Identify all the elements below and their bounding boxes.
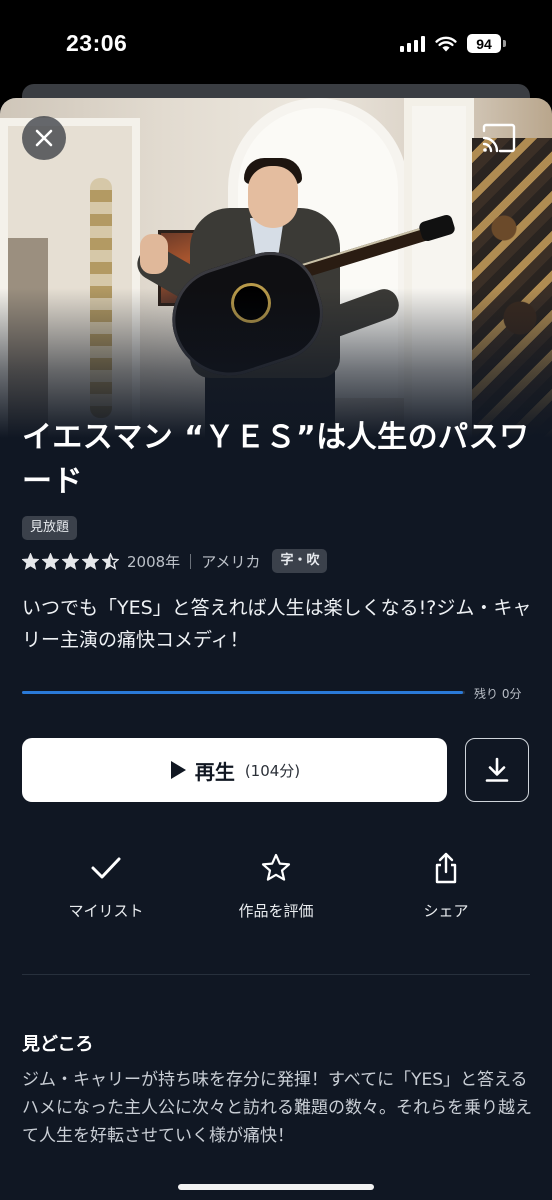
status-icons: 94 [400,34,506,53]
meta-row: 2008年 アメリカ 字・吹 [22,548,328,574]
audio-badge: 字・吹 [272,549,328,573]
meta-separator [190,553,192,569]
battery-icon: 94 [467,34,506,53]
share-label: シェア [423,902,469,920]
rate-button[interactable]: 作品を評価 [196,850,356,921]
progress-bar [22,691,465,694]
cast-button[interactable] [480,122,518,154]
star-outline-icon [261,853,291,881]
download-button[interactable] [465,738,529,802]
unlimited-badge: 見放題 [22,516,78,540]
wifi-icon [435,36,457,51]
star-half-icon [102,552,119,570]
progress-fill [22,691,463,694]
description: いつでも「YES」と答えれば人生は楽しくなる!?ジム・キャリー主演の痛快コメディ… [22,597,532,651]
home-indicator [178,1184,374,1190]
star-filled-icon [62,552,79,570]
share-button[interactable]: シェア [366,850,526,921]
my-list-label: マイリスト [68,902,144,920]
rate-label: 作品を評価 [238,902,314,920]
cast-icon [482,123,516,153]
download-icon [485,757,509,782]
country: アメリカ [201,552,261,571]
divider [22,974,530,975]
play-button[interactable]: 再生 (104分) [22,738,447,802]
hero-image [0,98,552,438]
release-year: 2008年 [127,552,181,571]
page-title: イエスマン “ＹＥＳ”は人生のパスワード [22,420,530,499]
star-filled-icon [82,552,99,570]
highlights-body: ジム・キャリーが持ち味を存分に発揮！すべてに「YES」と答えるハメになった主人公… [22,1070,532,1146]
my-list-button[interactable]: マイリスト [26,850,186,921]
action-row: マイリスト 作品を評価 シェア [0,850,552,930]
cellular-signal-icon [400,35,425,52]
progress-remaining: 残り 0分 [474,687,522,701]
play-label: 再生 [194,759,235,784]
battery-level: 94 [467,34,501,53]
play-icon [170,761,186,779]
close-icon [35,129,53,147]
share-icon [435,852,457,884]
detail-sheet: イエスマン “ＹＥＳ”は人生のパスワード 見放題 2008年 アメリカ 字・吹 … [0,98,552,1200]
play-duration: (104分) [244,761,301,780]
close-button[interactable] [22,116,66,160]
rating-stars [22,552,119,570]
status-time: 23:06 [66,30,128,56]
star-filled-icon [22,552,39,570]
highlights-title: 見どころ [22,1034,94,1055]
status-bar: 23:06 94 [0,0,552,95]
check-icon [91,857,121,879]
star-filled-icon [42,552,59,570]
